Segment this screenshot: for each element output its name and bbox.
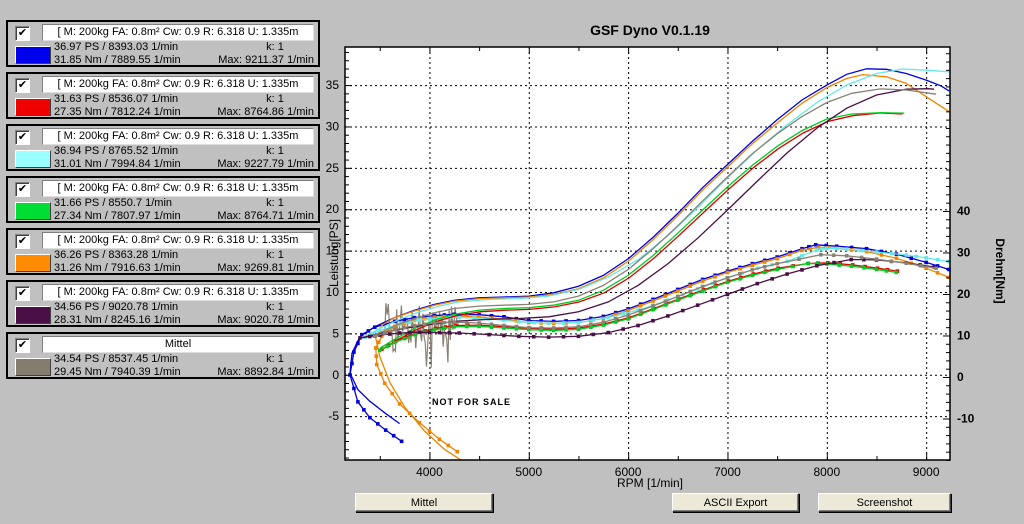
svg-text:20: 20 bbox=[957, 287, 971, 301]
svg-text:30: 30 bbox=[326, 119, 340, 133]
screenshot-button[interactable]: Screenshot bbox=[818, 493, 951, 512]
x-axis-label: RPM [1/min] bbox=[420, 476, 880, 490]
dyno-chart: 400050006000700080009000-505101520253035… bbox=[0, 0, 1024, 524]
svg-text:10: 10 bbox=[957, 328, 971, 342]
svg-text:0: 0 bbox=[957, 370, 964, 384]
y-axis-right-label: Drehm[Nm] bbox=[993, 191, 1007, 351]
svg-text:9000: 9000 bbox=[913, 465, 940, 479]
svg-text:-5: -5 bbox=[328, 409, 339, 423]
svg-text:30: 30 bbox=[957, 245, 971, 259]
svg-text:40: 40 bbox=[957, 204, 971, 218]
svg-text:35: 35 bbox=[326, 78, 340, 92]
svg-text:0: 0 bbox=[332, 368, 339, 382]
svg-text:-10: -10 bbox=[957, 411, 975, 425]
mittel-button[interactable]: Mittel bbox=[355, 493, 493, 512]
ascii-export-button[interactable]: ASCII Export bbox=[672, 493, 799, 512]
y-axis-left-label: Leistung[PS] bbox=[327, 173, 341, 333]
watermark-text: NOT FOR SALE bbox=[432, 397, 511, 407]
